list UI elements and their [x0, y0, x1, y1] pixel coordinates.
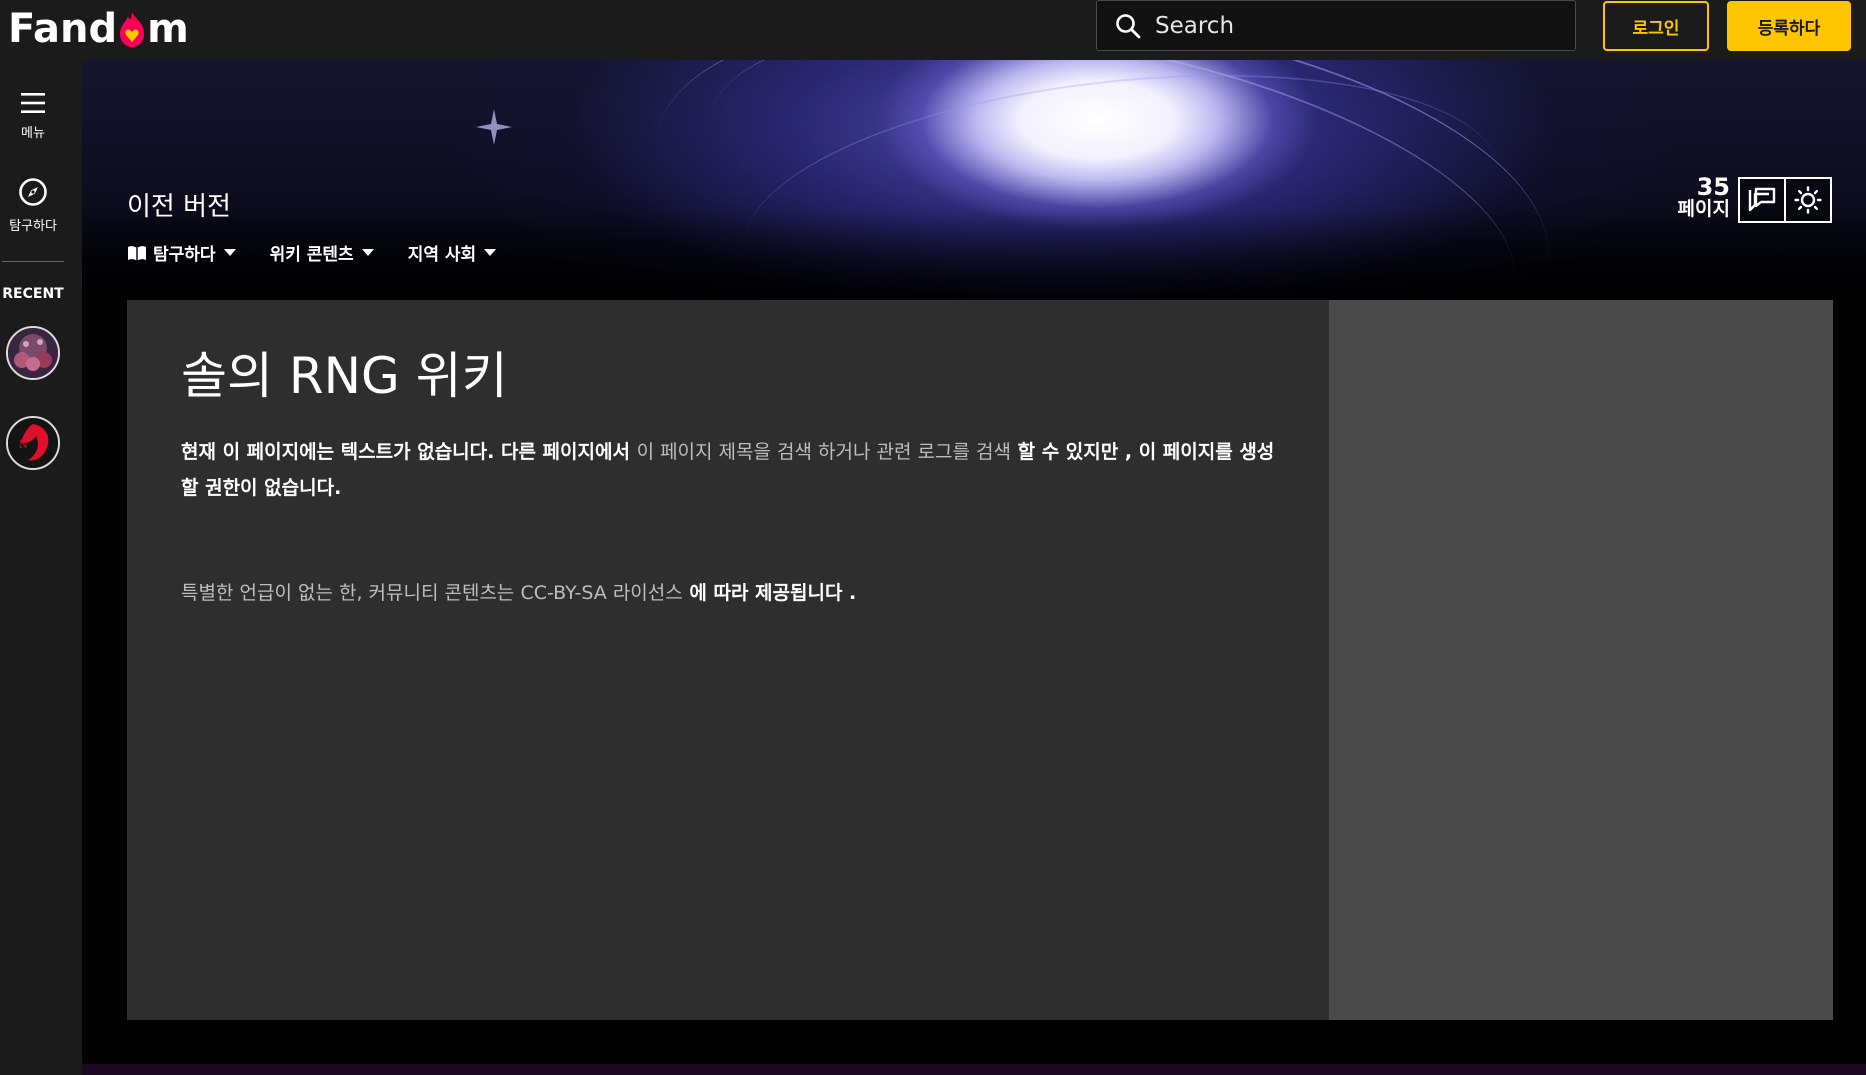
fandom-logo[interactable]: Fand m — [8, 4, 189, 54]
fandom-heart-icon — [118, 10, 146, 48]
search-icon — [1116, 13, 1141, 38]
recent-wiki-avatar-2[interactable]: N — [6, 416, 60, 470]
footer-strip — [82, 1064, 1866, 1075]
search-logs-link[interactable]: 관련 로그를 검색 — [877, 441, 1011, 463]
chevron-down-icon — [484, 249, 497, 256]
license-notice: 특별한 언급이 없는 한, 커뮤니티 콘텐츠는 CC-BY-SA 라이선스 에 … — [181, 578, 856, 605]
nav-tab-explore[interactable]: 탐구하다 — [127, 240, 236, 265]
top-bar: Fand m 로그인 등록하다 — [0, 0, 1866, 60]
discussions-button[interactable] — [1738, 177, 1786, 223]
license-text: 에 따라 제공됩니다 . — [682, 582, 857, 604]
chevron-down-icon — [223, 249, 236, 256]
menu-button[interactable]: 메뉴 — [0, 92, 66, 141]
nav-tab-label: 위키 콘텐츠 — [269, 245, 354, 265]
nav-tab-wiki-content[interactable]: 위키 콘텐츠 — [270, 240, 374, 265]
nav-tab-community[interactable]: 지역 사회 — [407, 240, 497, 265]
notice-text: 현재 이 페이지에는 텍스트가 없습니다. 다른 페이지에서 — [181, 441, 637, 463]
search-title-link[interactable]: 이 페이지 제목을 검색 — [637, 441, 812, 463]
license-link[interactable]: CC-BY-SA 라이선스 — [520, 582, 682, 604]
menu-label: 메뉴 — [21, 126, 45, 141]
chevron-down-icon — [361, 249, 374, 256]
left-rail: 메뉴 탐구하다 RECENT N — [0, 60, 82, 1075]
sun-icon — [1794, 186, 1822, 214]
page-count: 35 페이지 — [1660, 173, 1730, 220]
nav-tab-label: 탐구하다 — [153, 245, 216, 265]
hamburger-icon — [21, 93, 45, 113]
license-text: 특별한 언급이 없는 한, 커뮤니티 콘텐츠는 — [181, 582, 521, 604]
sparkle-decoration — [476, 109, 512, 145]
page-count-unit: 페이지 — [1677, 198, 1730, 220]
search-input[interactable] — [1155, 12, 1555, 39]
book-icon — [128, 245, 146, 260]
nav-tab-label: 지역 사회 — [407, 245, 477, 265]
explore-label: 탐구하다 — [9, 219, 57, 234]
wiki-navigation: 탐구하다 위키 콘텐츠 지역 사회 — [127, 240, 530, 265]
theme-toggle-button[interactable] — [1784, 177, 1832, 223]
no-text-notice: 현재 이 페이지에는 텍스트가 없습니다. 다른 페이지에서 이 페이지 제목을… — [181, 434, 1281, 506]
login-button[interactable]: 로그인 — [1603, 1, 1709, 51]
page-title: 솔의 RNG 위키 — [181, 347, 508, 405]
compass-icon — [19, 178, 47, 206]
main-content: 솔의 RNG 위키 현재 이 페이지에는 텍스트가 없습니다. 다른 페이지에서… — [127, 300, 1329, 1020]
recent-wiki-avatar-1[interactable] — [6, 326, 60, 380]
logo-text-right: m — [147, 6, 189, 52]
right-rail — [1329, 300, 1833, 1020]
rail-divider — [2, 261, 64, 262]
search-box[interactable] — [1096, 0, 1576, 51]
page-count-number: 35 — [1696, 173, 1730, 201]
logo-text-left: Fand — [8, 6, 118, 52]
discussion-icon — [1748, 187, 1776, 212]
svg-text:N: N — [19, 440, 28, 451]
register-button[interactable]: 등록하다 — [1727, 1, 1851, 51]
explore-button[interactable]: 탐구하다 — [0, 177, 66, 234]
notice-text: 하거나 — [812, 441, 877, 463]
recent-heading: RECENT — [2, 286, 64, 302]
wiki-name[interactable]: 이전 버전 — [127, 186, 231, 223]
